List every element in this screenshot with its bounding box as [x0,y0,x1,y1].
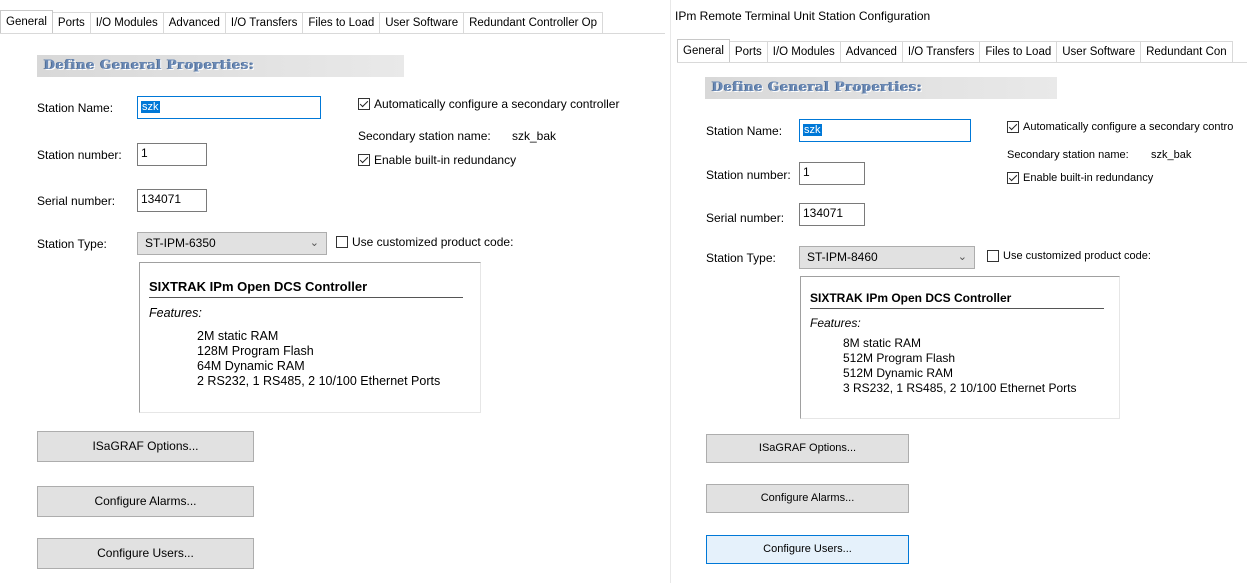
serial-number-label: Serial number: [37,194,116,208]
feature-item: 128M Program Flash [197,344,314,358]
auto-secondary-label: Automatically configure a secondary cont… [374,97,620,111]
custom-code-checkbox[interactable]: Use customized product code: [336,235,513,249]
feature-item: 2M static RAM [197,329,279,343]
tab-strip: General Ports I/O Modules Advanced I/O T… [677,39,1233,62]
station-number-label: Station number: [706,168,791,182]
title-rule [810,308,1104,309]
checkbox-checked-icon [1007,121,1019,133]
checkbox-unchecked-icon [987,250,999,262]
tab-divider [0,33,665,34]
auto-secondary-label: Automatically configure a secondary cont… [1023,121,1234,133]
tab-advanced[interactable]: Advanced [839,41,903,62]
feature-item: 64M Dynamic RAM [197,359,305,373]
redundancy-checkbox[interactable]: Enable built-in redundancy [1007,172,1153,184]
tab-redundant-controller[interactable]: Redundant Con [1140,41,1233,62]
secondary-name-label: Secondary station name: [1007,149,1129,161]
tab-ports[interactable]: Ports [728,41,768,62]
secondary-name-value: szk_bak [1151,149,1192,161]
product-title: SIXTRAK IPm Open DCS Controller [149,279,368,294]
features-list: 2M static RAM 128M Program Flash 64M Dyn… [197,329,440,389]
tab-redundant-controller[interactable]: Redundant Controller Op [463,12,603,33]
left-config-panel: General Ports I/O Modules Advanced I/O T… [0,0,665,583]
serial-number-input[interactable]: 134071 [137,189,207,212]
product-info-box: SIXTRAK IPm Open DCS Controller Features… [800,276,1120,419]
tab-io-modules[interactable]: I/O Modules [766,41,841,62]
feature-item: 512M Program Flash [843,351,956,365]
auto-secondary-checkbox[interactable]: Automatically configure a secondary cont… [358,97,619,111]
serial-number-label: Serial number: [706,211,785,225]
auto-secondary-checkbox[interactable]: Automatically configure a secondary cont… [1007,121,1233,133]
redundancy-label: Enable built-in redundancy [1023,172,1154,184]
custom-code-label: Use customized product code: [352,235,514,249]
tab-files-to-load[interactable]: Files to Load [979,41,1058,62]
title-rule [149,297,463,298]
section-header: Define General Properties: [37,55,404,77]
checkbox-checked-icon [1007,172,1019,184]
checkbox-checked-icon [358,154,370,166]
configure-alarms-button[interactable]: Configure Alarms... [37,486,254,517]
window-title: IPm Remote Terminal Unit Station Configu… [675,9,931,23]
station-type-select[interactable]: ST-IPM-6350 ⌄ [137,232,327,255]
station-name-value: szk [141,101,160,113]
checkbox-checked-icon [358,98,370,110]
feature-item: 512M Dynamic RAM [843,366,954,380]
station-type-value: ST-IPM-6350 [145,236,216,250]
station-name-value: szk [803,124,822,136]
configure-users-button[interactable]: Configure Users... [706,535,909,564]
station-type-value: ST-IPM-8460 [807,250,878,264]
redundancy-label: Enable built-in redundancy [374,153,517,167]
chevron-down-icon: ⌄ [957,251,967,263]
redundancy-checkbox[interactable]: Enable built-in redundancy [358,153,516,167]
feature-item: 3 RS232, 1 RS485, 2 10/100 Ethernet Port… [843,381,1077,395]
features-label: Features: [149,306,202,320]
tab-divider [677,62,1247,63]
tab-strip: General Ports I/O Modules Advanced I/O T… [0,10,603,33]
station-number-label: Station number: [37,148,122,162]
product-title: SIXTRAK IPm Open DCS Controller [810,291,1012,305]
station-name-label: Station Name: [37,101,114,115]
chevron-down-icon: ⌄ [309,237,319,249]
configure-users-button[interactable]: Configure Users... [37,538,254,569]
isagraf-options-button[interactable]: ISaGRAF Options... [706,434,909,463]
station-type-label: Station Type: [706,251,776,265]
isagraf-options-button[interactable]: ISaGRAF Options... [37,431,254,462]
station-name-input[interactable]: szk [799,119,971,142]
section-header: Define General Properties: [705,77,1057,99]
station-number-input[interactable]: 1 [799,162,865,185]
custom-code-checkbox[interactable]: Use customized product code: [987,250,1151,262]
tab-general[interactable]: General [0,10,53,33]
secondary-name-label: Secondary station name: [358,129,491,143]
secondary-name-value: szk_bak [512,129,557,143]
station-number-input[interactable]: 1 [137,143,207,166]
tab-io-modules[interactable]: I/O Modules [89,12,164,33]
features-list: 8M static RAM 512M Program Flash 512M Dy… [843,336,1076,396]
tab-advanced[interactable]: Advanced [162,12,226,33]
tab-io-transfers[interactable]: I/O Transfers [901,41,981,62]
configure-alarms-button[interactable]: Configure Alarms... [706,484,909,513]
tab-ports[interactable]: Ports [51,12,91,33]
product-info-box: SIXTRAK IPm Open DCS Controller Features… [139,262,481,413]
features-label: Features: [810,316,861,330]
feature-item: 8M static RAM [843,336,922,350]
checkbox-unchecked-icon [336,236,348,248]
station-type-select[interactable]: ST-IPM-8460 ⌄ [799,246,975,269]
tab-user-software[interactable]: User Software [1056,41,1142,62]
station-type-label: Station Type: [37,237,107,251]
feature-item: 2 RS232, 1 RS485, 2 10/100 Ethernet Port… [197,374,441,388]
custom-code-label: Use customized product code: [1003,250,1151,262]
tab-files-to-load[interactable]: Files to Load [302,12,381,33]
tab-user-software[interactable]: User Software [379,12,465,33]
right-config-window: IPm Remote Terminal Unit Station Configu… [670,0,1247,583]
tab-general[interactable]: General [677,39,730,62]
station-name-input[interactable]: szk [137,96,321,119]
tab-io-transfers[interactable]: I/O Transfers [224,12,304,33]
serial-number-input[interactable]: 134071 [799,203,865,226]
station-name-label: Station Name: [706,124,783,138]
